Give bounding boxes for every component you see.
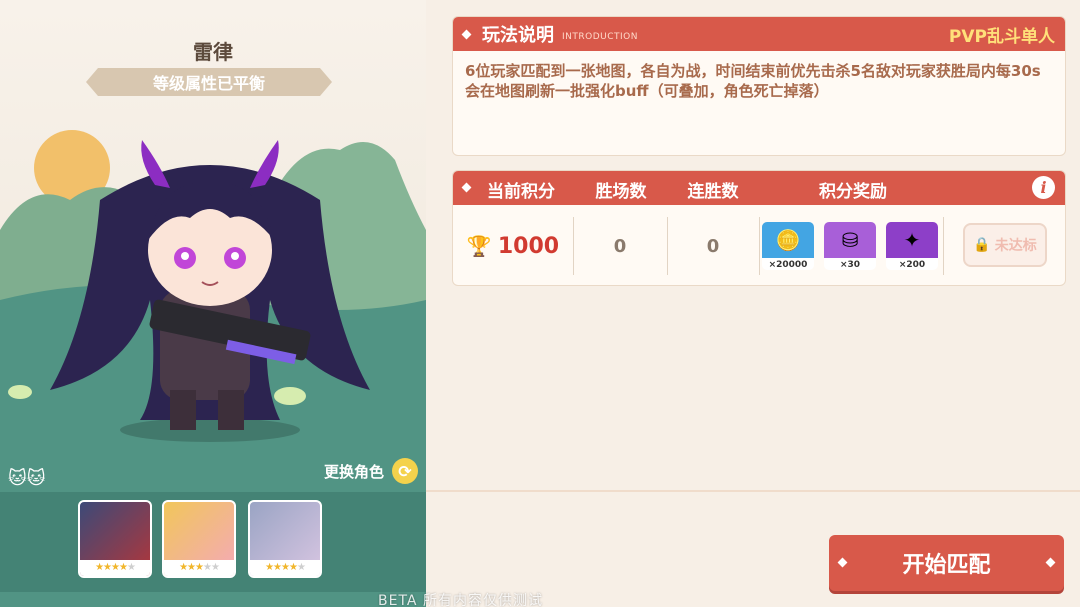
roster-character-card[interactable]: ★★★★★ xyxy=(162,500,236,578)
wins-header: 胜场数 xyxy=(595,182,647,202)
streak-header: 连胜数 xyxy=(687,182,739,202)
silver-ingot-icon: ⛁ xyxy=(824,222,876,258)
switch-character-button[interactable]: 更换角色 ⟳ xyxy=(324,458,418,484)
gold-coin-icon: 🪙 xyxy=(762,222,814,258)
introduction-subtitle: INTRODUCTION xyxy=(562,32,638,42)
cat-mascot-icon: 🐱🐱 xyxy=(8,468,46,489)
divider xyxy=(759,217,760,275)
reward-quantity: ×20000 xyxy=(762,258,814,270)
points-header: 当前积分 xyxy=(487,182,555,202)
reward-item[interactable]: ✦ ×200 xyxy=(886,222,938,270)
reward-claim-status-button[interactable]: 🔒 未达标 xyxy=(963,223,1047,267)
start-matching-label: 开始匹配 xyxy=(902,553,991,578)
roster-character-card[interactable]: ★★★★★ xyxy=(78,500,152,578)
points-value: 1000 xyxy=(497,233,560,259)
character-panel: 雷律 等级属性已平衡 🐱🐱 更换角色 ⟳ ★★★★★ ★★★★★ ★★★★★ xyxy=(0,0,426,607)
reward-item[interactable]: 🪙 ×20000 xyxy=(762,222,814,270)
star-rating: ★★★★★ xyxy=(164,560,234,576)
diamond-icon xyxy=(1045,557,1056,568)
rewards-header: 积分奖励 xyxy=(819,182,887,202)
reward-quantity: ×200 xyxy=(886,258,938,270)
diamond-icon xyxy=(837,557,848,568)
roster-character-card[interactable]: ★★★★★ xyxy=(248,500,322,578)
reward-quantity: ×30 xyxy=(824,258,876,270)
wins-value: 0 xyxy=(613,235,627,257)
start-matching-button[interactable]: 开始匹配 xyxy=(829,535,1064,591)
divider xyxy=(426,490,1080,492)
diamond-icon xyxy=(461,29,472,39)
beta-watermark: BETA 所有内容仅供测试 xyxy=(378,593,543,607)
rules-description: 6位玩家匹配到一张地图，各自为战，时间结束前优先击杀5名敌对玩家获胜局内每30s… xyxy=(465,62,1041,100)
introduction-header: 玩法说明 INTRODUCTION PVP乱斗单人 xyxy=(453,17,1065,51)
points-cell: 🏆 1000 xyxy=(453,205,573,285)
wins-cell: 0 xyxy=(573,205,667,285)
introduction-title: 玩法说明 xyxy=(482,25,554,46)
diamond-icon xyxy=(461,182,472,193)
trophy-icon: 🏆 xyxy=(466,234,492,258)
star-rating: ★★★★★ xyxy=(80,560,150,576)
switch-character-label: 更换角色 xyxy=(323,462,384,481)
score-header: 当前积分 胜场数 连胜数 积分奖励 i xyxy=(453,171,1065,205)
game-mode-label: PVP乱斗单人 xyxy=(948,27,1055,47)
streak-cell: 0 xyxy=(667,205,759,285)
lock-icon: 🔒 xyxy=(973,237,991,253)
balance-status-ribbon: 等级属性已平衡 xyxy=(86,68,332,96)
crystal-orb-icon: ✦ xyxy=(886,222,938,258)
character-name: 雷律 xyxy=(193,40,233,64)
star-rating: ★★★★★ xyxy=(250,560,320,576)
reward-item[interactable]: ⛁ ×30 xyxy=(824,222,876,270)
character-portrait xyxy=(50,140,370,442)
claim-status-label: 未达标 xyxy=(994,238,1037,254)
info-icon[interactable]: i xyxy=(1032,176,1055,199)
introduction-panel: 玩法说明 INTRODUCTION PVP乱斗单人 6位玩家匹配到一张地图，各自… xyxy=(452,16,1066,156)
refresh-icon: ⟳ xyxy=(392,458,418,484)
streak-value: 0 xyxy=(706,235,720,257)
divider xyxy=(943,217,944,275)
